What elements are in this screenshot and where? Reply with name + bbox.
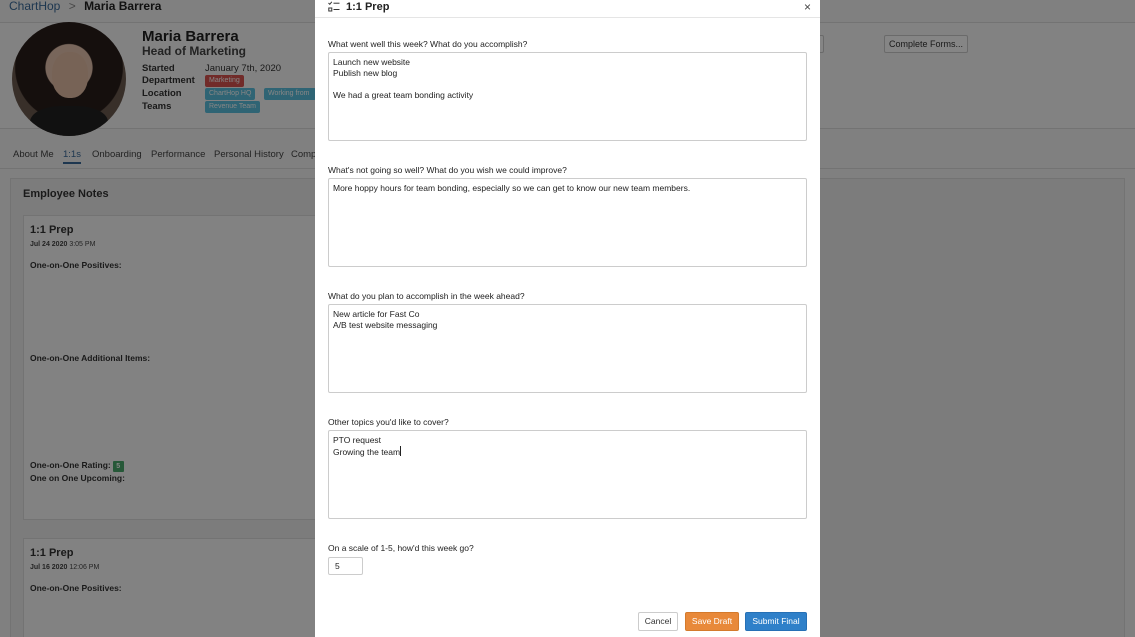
cancel-button[interactable]: Cancel [638, 612, 678, 631]
rating-input[interactable]: 5 [328, 557, 363, 575]
close-icon[interactable]: × [804, 0, 811, 14]
question-label-improve: What's not going so well? What do you wi… [328, 165, 567, 175]
question-label-went-well: What went well this week? What do you ac… [328, 39, 528, 49]
submit-final-button[interactable]: Submit Final [745, 612, 807, 631]
checklist-icon [328, 1, 340, 12]
other-topics-text: PTO request Growing the team [333, 435, 401, 457]
modal-header: 1:1 Prep × [315, 0, 820, 18]
one-on-one-prep-modal: 1:1 Prep × What went well this week? Wha… [315, 0, 820, 637]
week-ahead-textarea[interactable]: New article for Fast Co A/B test website… [328, 304, 807, 393]
modal-title: 1:1 Prep [346, 1, 390, 13]
save-draft-button[interactable]: Save Draft [685, 612, 739, 631]
question-label-other-topics: Other topics you'd like to cover? [328, 417, 449, 427]
improve-textarea[interactable]: More hoppy hours for team bonding, espec… [328, 178, 807, 267]
question-label-week-ahead: What do you plan to accomplish in the we… [328, 291, 525, 301]
other-topics-textarea[interactable]: PTO request Growing the team [328, 430, 807, 519]
went-well-textarea[interactable]: Launch new website Publish new blog We h… [328, 52, 807, 141]
question-label-rating: On a scale of 1-5, how'd this week go? [328, 543, 474, 553]
text-cursor [400, 446, 402, 456]
